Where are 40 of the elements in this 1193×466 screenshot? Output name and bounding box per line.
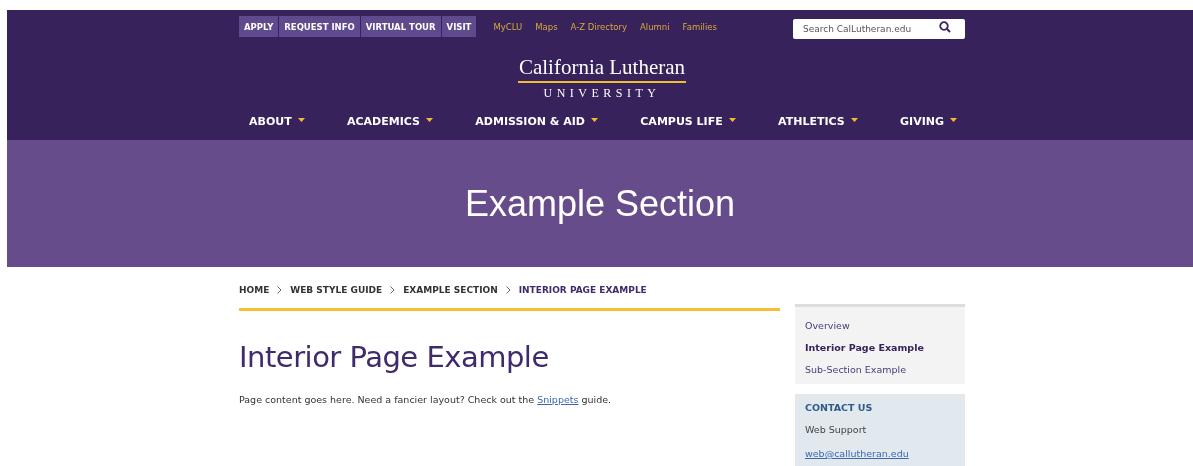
caret-icon <box>297 117 305 122</box>
snippets-link[interactable]: Snippets <box>537 394 579 405</box>
breadcrumb-link[interactable]: WEB STYLE GUIDE <box>290 285 383 295</box>
utility-link[interactable]: Families <box>682 21 717 32</box>
body-text: Page content goes here. Need a fancier layout? Check out the <box>239 394 535 405</box>
caret-icon <box>950 117 957 122</box>
logo-subtitle: UNIVERSITY <box>543 86 661 101</box>
breadcrumb-link[interactable]: INTERIOR PAGE EXAMPLE <box>518 285 647 295</box>
main-nav-item[interactable]: ABOUT <box>249 115 305 128</box>
side-nav-item[interactable]: Interior Page Example <box>805 337 955 359</box>
utility-link[interactable]: Maps <box>535 21 558 32</box>
search-icon[interactable] <box>939 20 951 33</box>
main-nav-item[interactable]: ADMISSION & AID <box>475 115 598 128</box>
caret-icon <box>426 117 433 122</box>
caret-icon <box>850 117 858 122</box>
email-link[interactable]: web@callutheran.edu <box>805 448 955 459</box>
logo-wordmark[interactable]: California Lutheran <box>517 55 687 83</box>
section-title: Example Section <box>464 182 736 225</box>
chevron-icon <box>505 286 511 294</box>
body-text: guide. <box>581 394 612 405</box>
chevron-icon <box>277 286 283 294</box>
utility-link[interactable]: A-Z Directory <box>570 21 627 32</box>
contact-name: Web Support <box>805 424 868 435</box>
caret-icon <box>591 117 598 122</box>
main-nav-item[interactable]: ATHLETICS <box>778 115 858 128</box>
chevron-icon <box>390 286 396 294</box>
contact-heading: CONTACT US <box>805 402 874 413</box>
main-nav-item[interactable]: ACADEMICS <box>347 115 433 128</box>
breadcrumb-link[interactable]: HOME <box>239 285 270 295</box>
side-nav-item[interactable]: Sub-Section Example <box>805 359 955 381</box>
utility-link[interactable]: MyCLU <box>493 21 523 32</box>
search-field[interactable]: Search CalLutheran.edu <box>793 18 965 39</box>
page-title: Interior Page Example <box>239 340 550 374</box>
main-nav-item[interactable]: CAMPUS LIFE <box>640 115 736 128</box>
main-nav-item[interactable]: GIVING <box>900 115 957 128</box>
side-nav-item[interactable]: Overview <box>805 315 955 337</box>
utility-button[interactable]: APPLY <box>239 16 280 37</box>
utility-link[interactable]: Alumni <box>640 21 670 32</box>
caret-icon <box>728 117 736 122</box>
breadcrumb-link[interactable]: EXAMPLE SECTION <box>403 285 498 295</box>
